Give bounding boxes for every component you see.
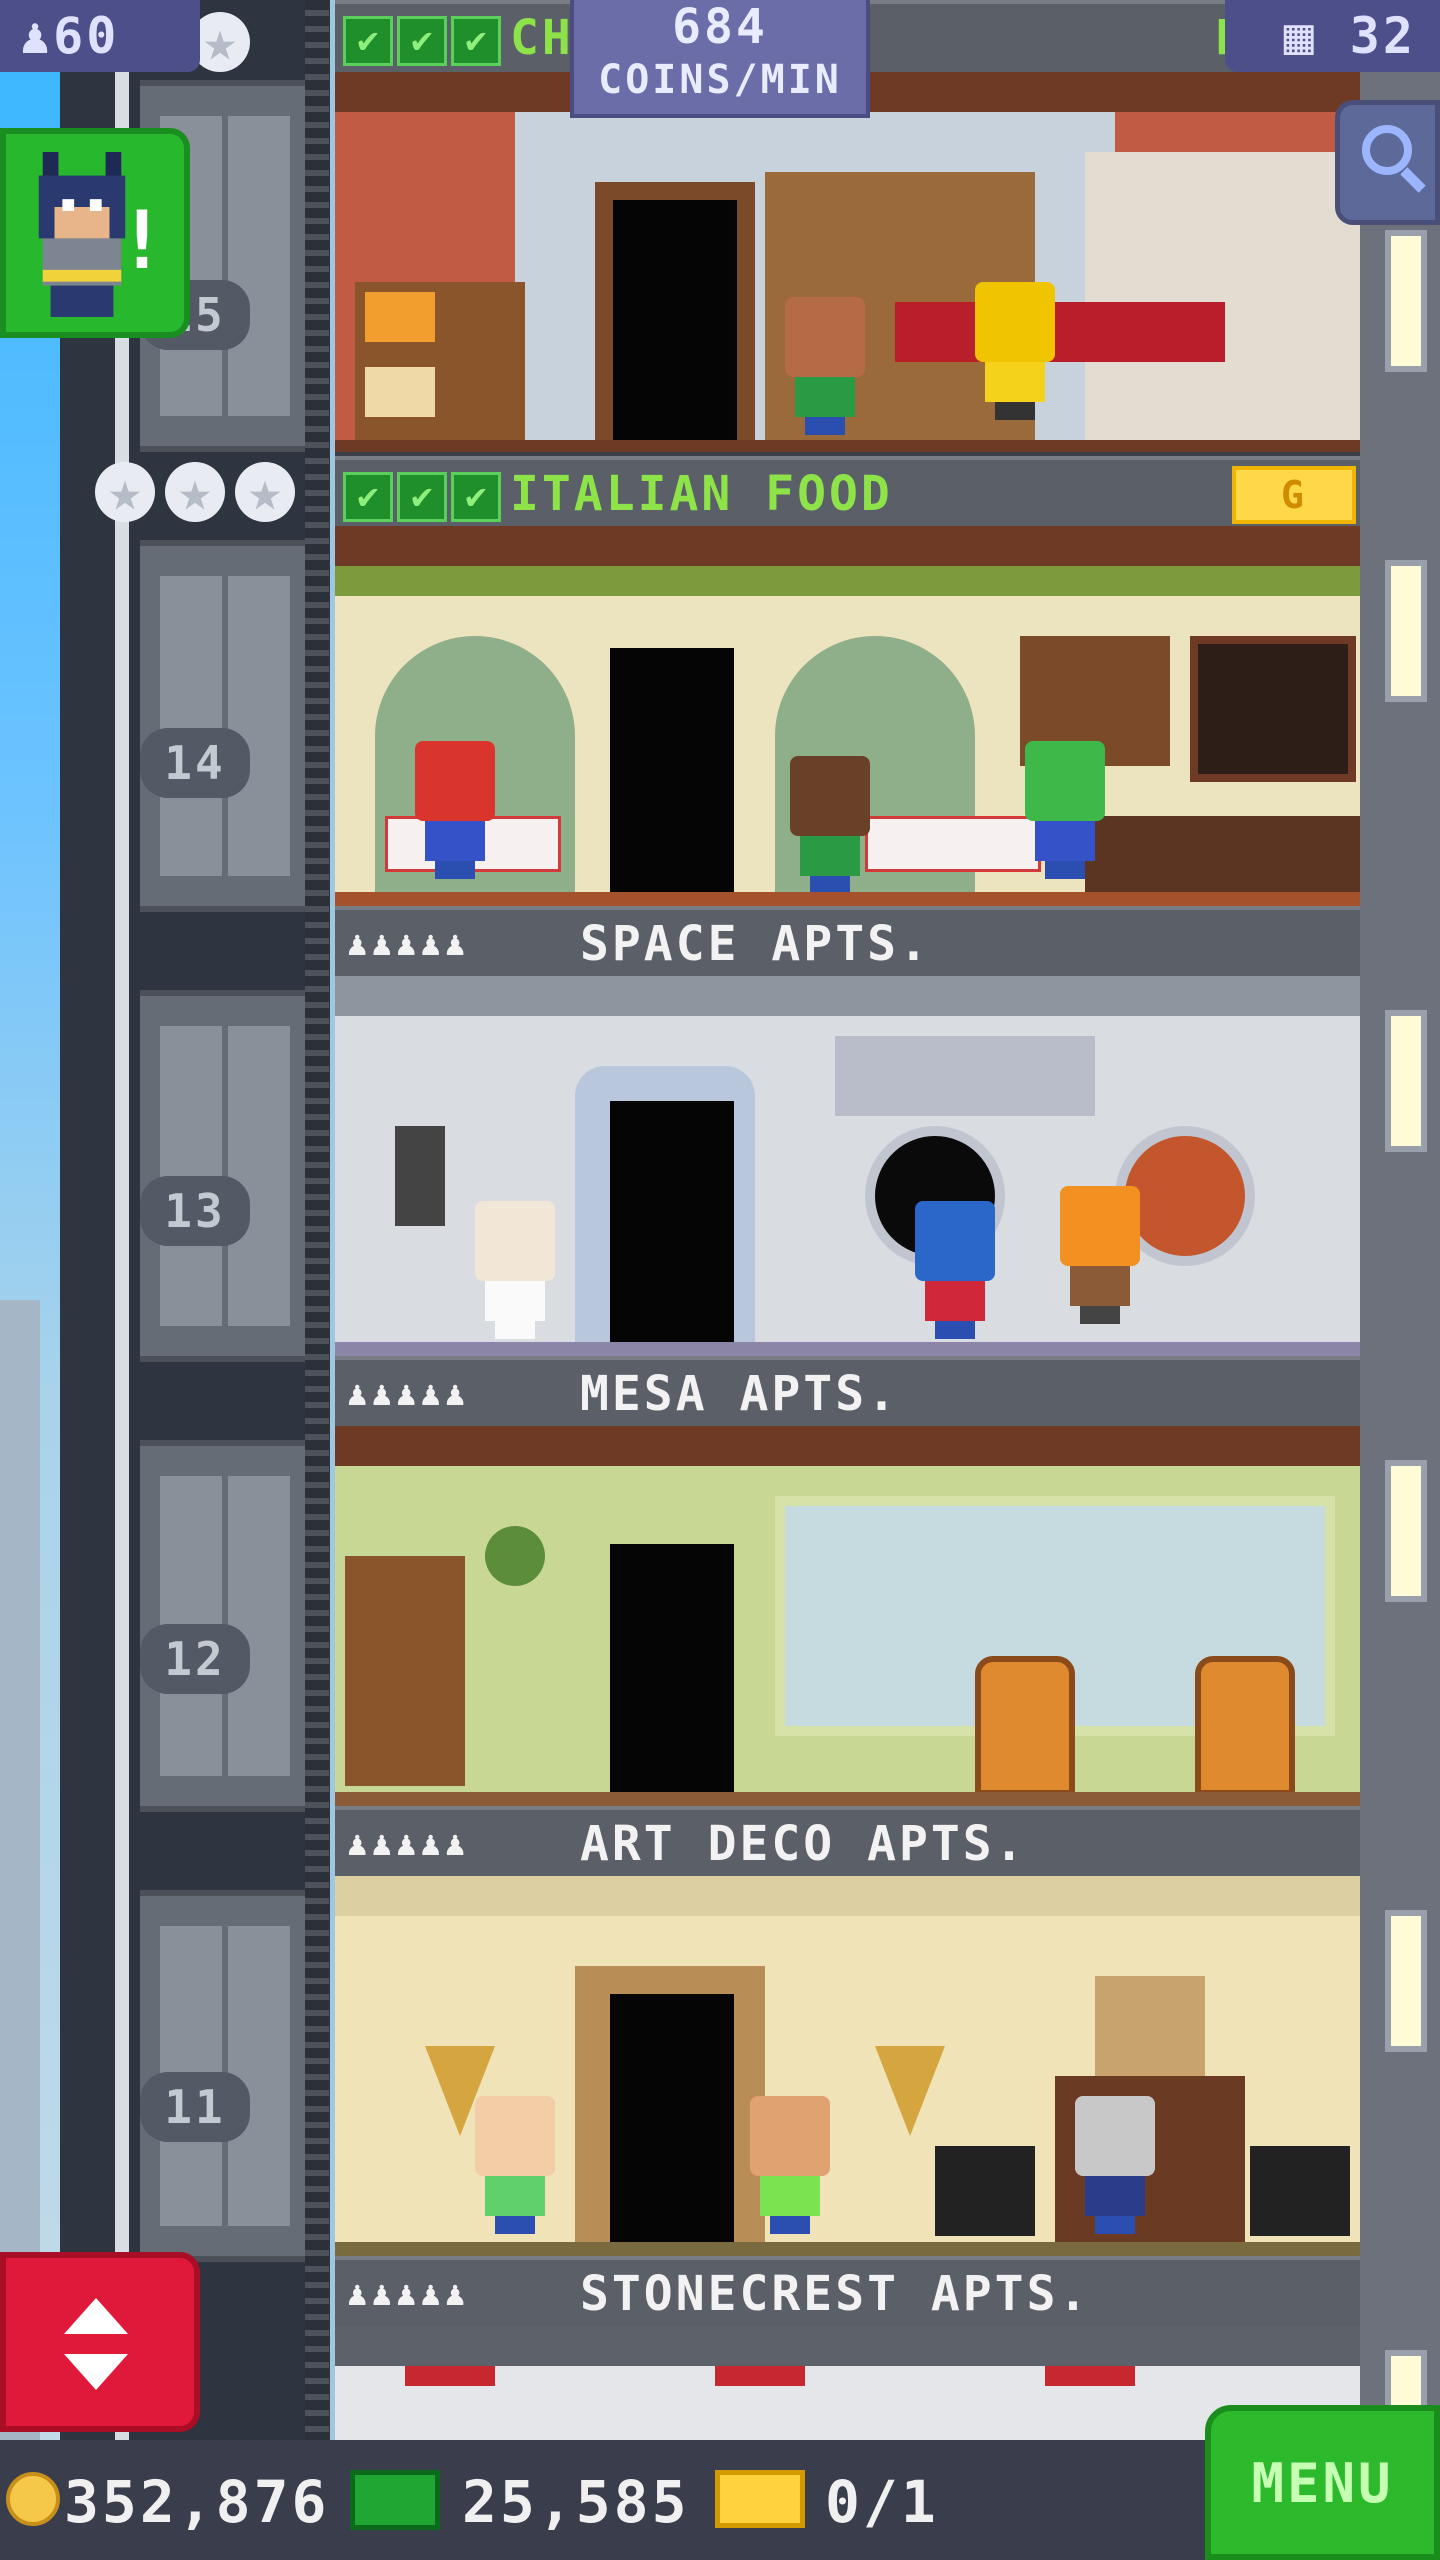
floor-banner[interactable]: ♟♟♟♟♟ ART DECO APTS. <box>335 1806 1360 1882</box>
bat-visitor-icon <box>38 152 126 317</box>
person-icon: ♟ <box>20 7 54 65</box>
floor-banner[interactable]: ♟♟♟♟♟ SPACE APTS. <box>335 906 1360 982</box>
wall-window <box>1385 230 1427 372</box>
floor-name: STONECREST APTS. <box>580 2266 1091 2322</box>
floors-icon: ▦ <box>1283 7 1317 65</box>
wall-window <box>1385 1010 1427 1152</box>
search-icon <box>1362 125 1412 175</box>
elevator-car[interactable] <box>140 540 310 912</box>
menu-button[interactable]: MENU <box>1205 2405 1440 2560</box>
ticket-icon <box>715 2470 805 2528</box>
floor-number: 11 <box>140 2072 250 2142</box>
floor-name: SPACE APTS. <box>580 916 931 972</box>
floor-room-italian-food[interactable] <box>335 526 1360 906</box>
resident[interactable] <box>475 2096 555 2234</box>
floor-room-bakery[interactable] <box>335 72 1360 452</box>
residents-indicator: ♟♟♟♟♟ <box>347 1824 470 1864</box>
star-icon: ★ <box>165 462 225 522</box>
residents-indicator: ♟♟♟♟♟ <box>347 924 470 964</box>
floor-stars: ★ ★ ★ <box>95 462 295 522</box>
alert-indicator: ! <box>117 194 166 287</box>
room-door <box>610 1544 734 1796</box>
floor-number: 13 <box>140 1176 250 1246</box>
check-icon: ✔ <box>451 16 501 66</box>
population-counter[interactable]: ♟60 <box>0 0 200 72</box>
floor-banner[interactable]: ♟♟♟♟♟ STONECREST APTS. <box>335 2256 1360 2332</box>
residents-indicator: ♟♟♟♟♟ <box>347 2274 470 2314</box>
floor-banner[interactable]: ♟♟♟♟♟ MESA APTS. <box>335 1356 1360 1432</box>
star-icon: ★ <box>95 462 155 522</box>
check-icon: ✔ <box>397 16 447 66</box>
floor-name: MESA APTS. <box>580 1366 899 1422</box>
star-icon: ★ <box>235 462 295 522</box>
room-door <box>610 1101 734 1346</box>
check-icon: ✔ <box>343 16 393 66</box>
coins-per-min-value: 684 <box>672 0 768 55</box>
tickets-value: 0/1 <box>825 2468 939 2536</box>
resident[interactable] <box>1025 741 1105 879</box>
bux-icon <box>350 2470 440 2530</box>
wall-window <box>1385 1460 1427 1602</box>
elevator-button[interactable] <box>0 2252 200 2432</box>
floor-banner[interactable]: ✔ ✔ ✔ ITALIAN FOOD G <box>335 456 1360 532</box>
vip-visitor-button[interactable]: ! <box>0 128 190 338</box>
coin-icon <box>6 2472 60 2526</box>
floor-number: 12 <box>140 1624 250 1694</box>
resident[interactable] <box>1060 1186 1140 1324</box>
room-door <box>610 1994 734 2246</box>
check-icon: ✔ <box>451 472 501 522</box>
elevator-arrows-icon <box>64 2298 128 2334</box>
resident[interactable] <box>790 756 870 894</box>
floor-room-mesa-apts[interactable] <box>335 1426 1360 1806</box>
floor-room-art-deco-apts[interactable] <box>335 1876 1360 2256</box>
resident[interactable] <box>1075 2096 1155 2234</box>
floor-name: ITALIAN FOOD <box>510 466 893 522</box>
floor-counter[interactable]: ▦ 32 <box>1225 0 1440 72</box>
shaft-ladder <box>305 0 329 2440</box>
resident[interactable] <box>975 282 1055 420</box>
wall-window <box>1385 560 1427 702</box>
floor-name: ART DECO APTS. <box>580 1816 1027 1872</box>
gold-badge[interactable]: G <box>1232 466 1356 524</box>
coins-per-min-unit: COINS/MIN <box>598 57 842 103</box>
residents-indicator: ♟♟♟♟♟ <box>347 1374 470 1414</box>
search-button[interactable] <box>1335 100 1440 225</box>
floor-number: 14 <box>140 728 250 798</box>
check-icon: ✔ <box>397 472 447 522</box>
floor-room-space-apts[interactable] <box>335 976 1360 1356</box>
wall-window <box>1385 1910 1427 2052</box>
resident[interactable] <box>915 1201 995 1339</box>
resident[interactable] <box>785 297 865 435</box>
resident[interactable] <box>475 1201 555 1339</box>
bux-value: 25,585 <box>462 2468 690 2536</box>
check-icon: ✔ <box>343 472 393 522</box>
room-door <box>613 200 737 442</box>
room-door <box>610 648 734 896</box>
coins-per-min-display: 684 COINS/MIN <box>570 0 870 118</box>
floor-name: CH <box>510 10 574 66</box>
resident[interactable] <box>415 741 495 879</box>
resident[interactable] <box>750 2096 830 2234</box>
coins-value: 352,876 <box>64 2468 330 2536</box>
shaft-rail-left <box>115 0 129 2440</box>
